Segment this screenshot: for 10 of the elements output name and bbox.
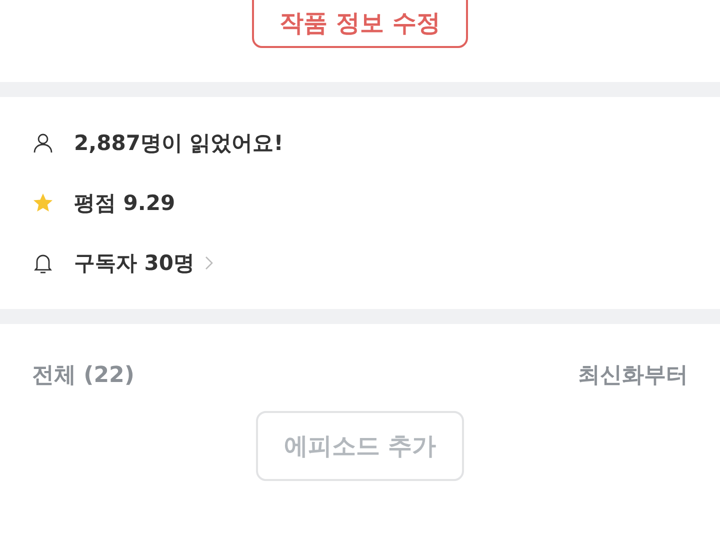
star-icon <box>32 192 54 214</box>
sort-option[interactable]: 최신화부터 <box>578 360 688 392</box>
edit-info-button[interactable]: 작품 정보 수정 <box>252 0 468 48</box>
chevron-right-icon[interactable] <box>204 256 213 270</box>
stat-text: 구독자 30명 <box>74 250 195 277</box>
stat-text: 평점 9.29 <box>74 190 176 217</box>
stat-text: 2,887명이 읽었어요! <box>74 130 284 157</box>
bell-icon <box>32 252 54 274</box>
episode-count: 전체 (22) <box>32 362 134 390</box>
person-icon <box>32 132 54 154</box>
